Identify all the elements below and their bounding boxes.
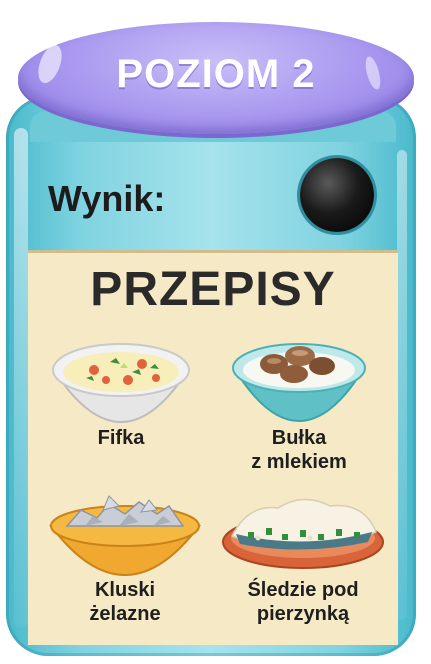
- recipe-label: Kluski żelazne: [89, 579, 161, 625]
- recipe-label: Śledzie pod pierzynką: [247, 579, 359, 625]
- score-indicator: [300, 158, 374, 232]
- soup-bowl-icon: [52, 343, 190, 423]
- jar-shine: [14, 128, 28, 628]
- recipe-label: Bułka z mlekiem: [251, 427, 347, 473]
- level-title: POZIOM 2: [116, 52, 316, 96]
- recipe-label: Fifka: [97, 427, 145, 449]
- score-label: Wynik:: [48, 178, 166, 219]
- recipe-card-bulka-z-mlekiem[interactable]: Bułka z mlekiem: [214, 334, 384, 474]
- dumplings-bowl-icon: [48, 495, 202, 576]
- recipes-title: PRZEPISY: [90, 263, 336, 316]
- jar-shine: [397, 150, 407, 620]
- herring-dish-icon: [222, 498, 384, 569]
- recipe-card-sledzie-pod-pierzynka[interactable]: Śledzie pod pierzynką: [218, 486, 388, 626]
- recipe-card-fifka[interactable]: Fifka: [36, 334, 206, 450]
- bun-milk-bowl-icon: [232, 343, 366, 422]
- recipe-card-kluski-zelazne[interactable]: Kluski żelazne: [40, 486, 210, 626]
